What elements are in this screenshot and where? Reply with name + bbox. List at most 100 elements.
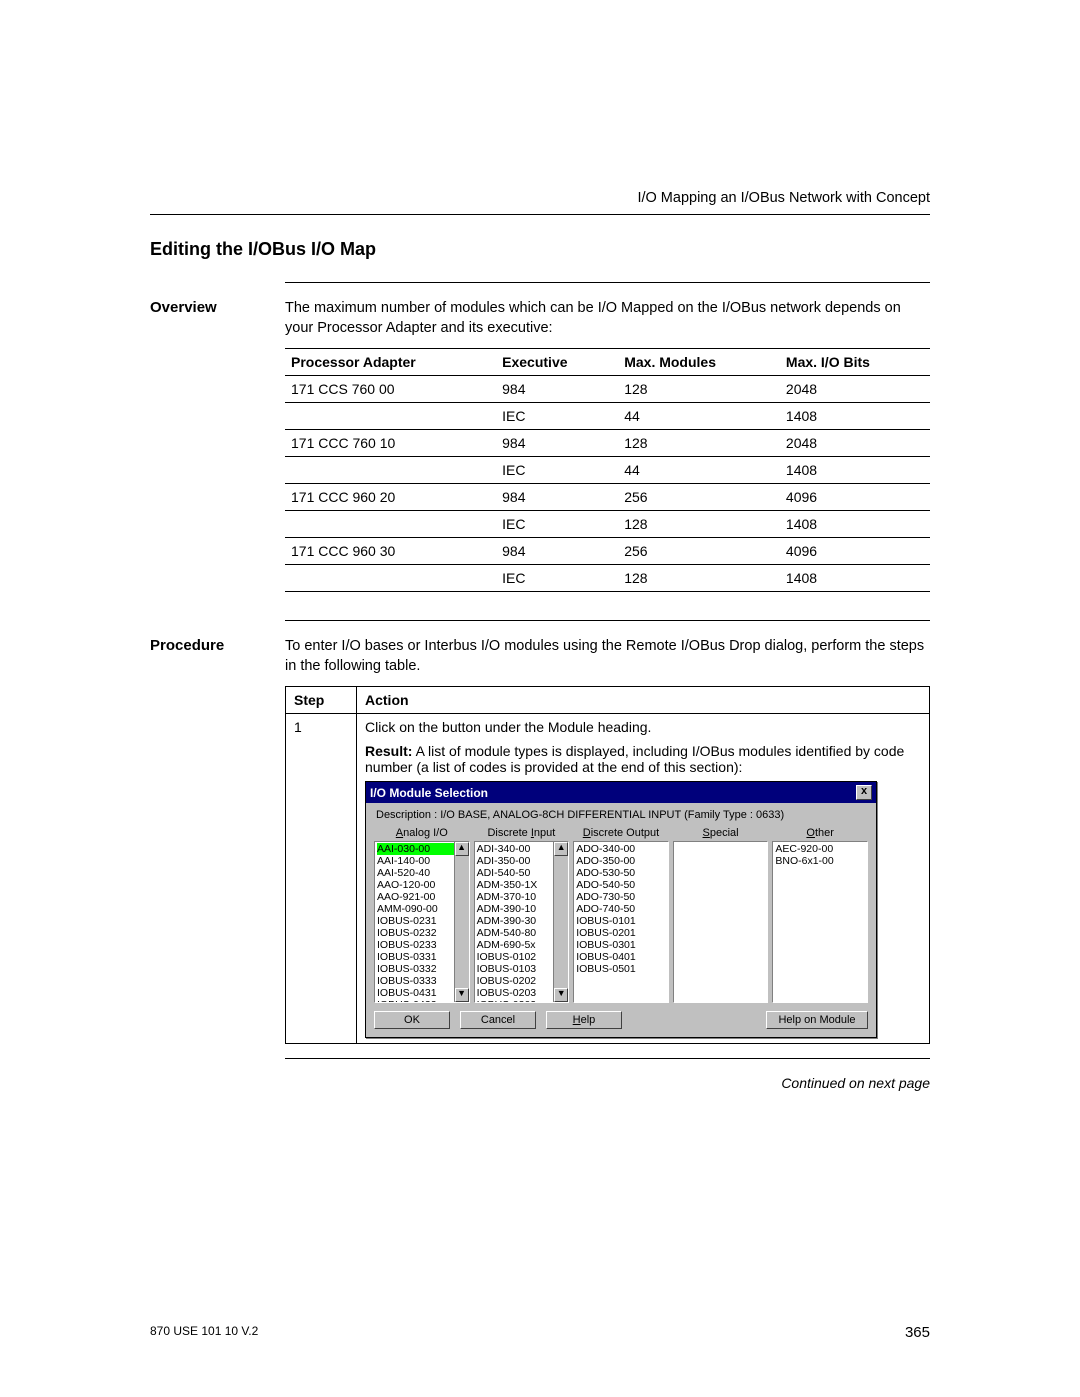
proc-action-text: Click on the button under the Module hea… — [365, 719, 921, 735]
list-item[interactable]: IOBUS-0103 — [477, 963, 554, 975]
scroll-up-icon[interactable]: ▲ — [554, 842, 568, 856]
list-item[interactable]: ADI-540-50 — [477, 867, 554, 879]
list-item[interactable]: AMM-090-00 — [377, 903, 454, 915]
list-item[interactable]: ADO-740-50 — [576, 903, 668, 915]
list-item[interactable]: BNO-6x1-00 — [775, 855, 867, 867]
list-item[interactable]: ADO-540-50 — [576, 879, 668, 891]
list-item[interactable]: IOBUS-0333 — [377, 975, 454, 987]
list-item[interactable]: IOBUS-0233 — [377, 939, 454, 951]
dialog-titlebar[interactable]: I/O Module Selection x — [366, 782, 876, 803]
listbox[interactable]: ADO-340-00ADO-350-00ADO-530-50ADO-540-50… — [573, 841, 669, 1003]
adapter-cell: 171 CCC 960 20 — [285, 484, 496, 511]
list-item[interactable]: IOBUS-0431 — [377, 987, 454, 999]
list-item[interactable]: AAI-140-00 — [377, 855, 454, 867]
dialog-description: Description : I/O BASE, ANALOG-8CH DIFFE… — [376, 809, 868, 821]
adapter-cell: 128 — [618, 376, 780, 403]
list-item[interactable]: IOBUS-0202 — [477, 975, 554, 987]
cancel-button[interactable]: Cancel — [460, 1011, 536, 1029]
list-item[interactable]: ADI-340-00 — [477, 843, 554, 855]
list-item[interactable]: IOBUS-0232 — [377, 927, 454, 939]
adapter-cell — [285, 565, 496, 592]
proc-header-step: Step — [286, 687, 357, 714]
proc-result-label: Result: — [365, 743, 412, 759]
list-item[interactable]: IOBUS-0401 — [576, 951, 668, 963]
list-item[interactable]: IOBUS-0203 — [477, 987, 554, 999]
list-item[interactable]: ADM-390-10 — [477, 903, 554, 915]
list-item[interactable]: ADO-730-50 — [576, 891, 668, 903]
scrollbar[interactable]: ▲▼ — [553, 842, 568, 1002]
list-item[interactable]: AAO-921-00 — [377, 891, 454, 903]
proc-result-text: A list of module types is displayed, inc… — [365, 743, 904, 775]
list-item[interactable]: AEC-920-00 — [775, 843, 867, 855]
adapter-cell: 984 — [496, 538, 618, 565]
scroll-down-icon[interactable]: ▼ — [554, 988, 568, 1002]
list-item[interactable]: IOBUS-0201 — [576, 927, 668, 939]
list-item[interactable]: IOBUS-0501 — [576, 963, 668, 975]
list-item[interactable]: ADI-350-00 — [477, 855, 554, 867]
list-item[interactable]: IOBUS-0332 — [377, 963, 454, 975]
adapter-cell: 171 CCC 760 10 — [285, 430, 496, 457]
list-item[interactable]: IOBUS-0101 — [576, 915, 668, 927]
scrollbar[interactable]: ▲▼ — [454, 842, 469, 1002]
dialog-column: Discrete OutputADO-340-00ADO-350-00ADO-5… — [573, 827, 669, 1003]
dialog-column: Special — [673, 827, 769, 1003]
list-item[interactable]: IOBUS-0301 — [576, 939, 668, 951]
adapter-cell: 984 — [496, 430, 618, 457]
list-item[interactable]: AAO-120-00 — [377, 879, 454, 891]
adapter-cell: 256 — [618, 484, 780, 511]
list-item[interactable]: ADM-540-80 — [477, 927, 554, 939]
sub-rule-2 — [285, 620, 930, 621]
adapter-cell: 44 — [618, 403, 780, 430]
adapter-cell: 171 CCC 960 30 — [285, 538, 496, 565]
running-header: I/O Mapping an I/OBus Network with Conce… — [150, 190, 930, 206]
list-item[interactable]: ADM-390-30 — [477, 915, 554, 927]
scroll-down-icon[interactable]: ▼ — [455, 988, 469, 1002]
list-item[interactable]: ADO-340-00 — [576, 843, 668, 855]
adapter-header: Max. Modules — [618, 349, 780, 376]
listbox[interactable]: AEC-920-00BNO-6x1-00 — [772, 841, 868, 1003]
adapter-cell: 984 — [496, 484, 618, 511]
help-button[interactable]: Help — [546, 1011, 622, 1029]
dialog-column: OtherAEC-920-00BNO-6x1-00 — [772, 827, 868, 1003]
footer-page-number: 365 — [905, 1324, 930, 1341]
list-item[interactable]: IOBUS-0302 — [477, 999, 554, 1003]
adapter-cell: 1408 — [780, 403, 930, 430]
list-item[interactable]: ADO-530-50 — [576, 867, 668, 879]
io-module-selection-dialog: I/O Module Selection x Description : I/O… — [365, 781, 877, 1038]
proc-step-1: 1 — [286, 714, 357, 1044]
listbox[interactable] — [673, 841, 769, 1003]
adapter-cell — [285, 511, 496, 538]
procedure-label: Procedure — [150, 637, 285, 1044]
header-rule — [150, 214, 930, 215]
scroll-up-icon[interactable]: ▲ — [455, 842, 469, 856]
adapter-cell: 44 — [618, 457, 780, 484]
dialog-column: Analog I/OAAI-030-00AAI-140-00AAI-520-40… — [374, 827, 470, 1003]
list-item[interactable]: ADM-690-5x — [477, 939, 554, 951]
adapter-cell: IEC — [496, 565, 618, 592]
ok-button[interactable]: OK — [374, 1011, 450, 1029]
list-item[interactable]: IOBUS-0231 — [377, 915, 454, 927]
list-item[interactable]: IOBUS-0102 — [477, 951, 554, 963]
adapter-cell: 171 CCS 760 00 — [285, 376, 496, 403]
help-on-module-button[interactable]: Help on Module — [766, 1011, 868, 1029]
close-button[interactable]: x — [856, 785, 872, 800]
adapter-header: Max. I/O Bits — [780, 349, 930, 376]
adapter-cell: 984 — [496, 376, 618, 403]
list-item[interactable]: ADM-350-1X — [477, 879, 554, 891]
list-item[interactable]: AAI-520-40 — [377, 867, 454, 879]
proc-header-action: Action — [357, 687, 930, 714]
list-item[interactable]: IOBUS-0432 — [377, 999, 454, 1003]
list-item[interactable]: IOBUS-0331 — [377, 951, 454, 963]
adapter-header: Processor Adapter — [285, 349, 496, 376]
adapter-table: Processor AdapterExecutiveMax. ModulesMa… — [285, 348, 930, 592]
proc-result: Result: A list of module types is displa… — [365, 743, 921, 775]
listbox[interactable]: ADI-340-00ADI-350-00ADI-540-50ADM-350-1X… — [474, 841, 570, 1003]
adapter-cell: 2048 — [780, 430, 930, 457]
list-item[interactable]: ADM-370-10 — [477, 891, 554, 903]
adapter-cell: 128 — [618, 430, 780, 457]
listbox[interactable]: AAI-030-00AAI-140-00AAI-520-40AAO-120-00… — [374, 841, 470, 1003]
proc-action-1: Click on the button under the Module hea… — [357, 714, 930, 1044]
list-item[interactable]: ADO-350-00 — [576, 855, 668, 867]
column-header: Discrete Input — [474, 827, 570, 839]
list-item[interactable]: AAI-030-00 — [377, 843, 454, 855]
